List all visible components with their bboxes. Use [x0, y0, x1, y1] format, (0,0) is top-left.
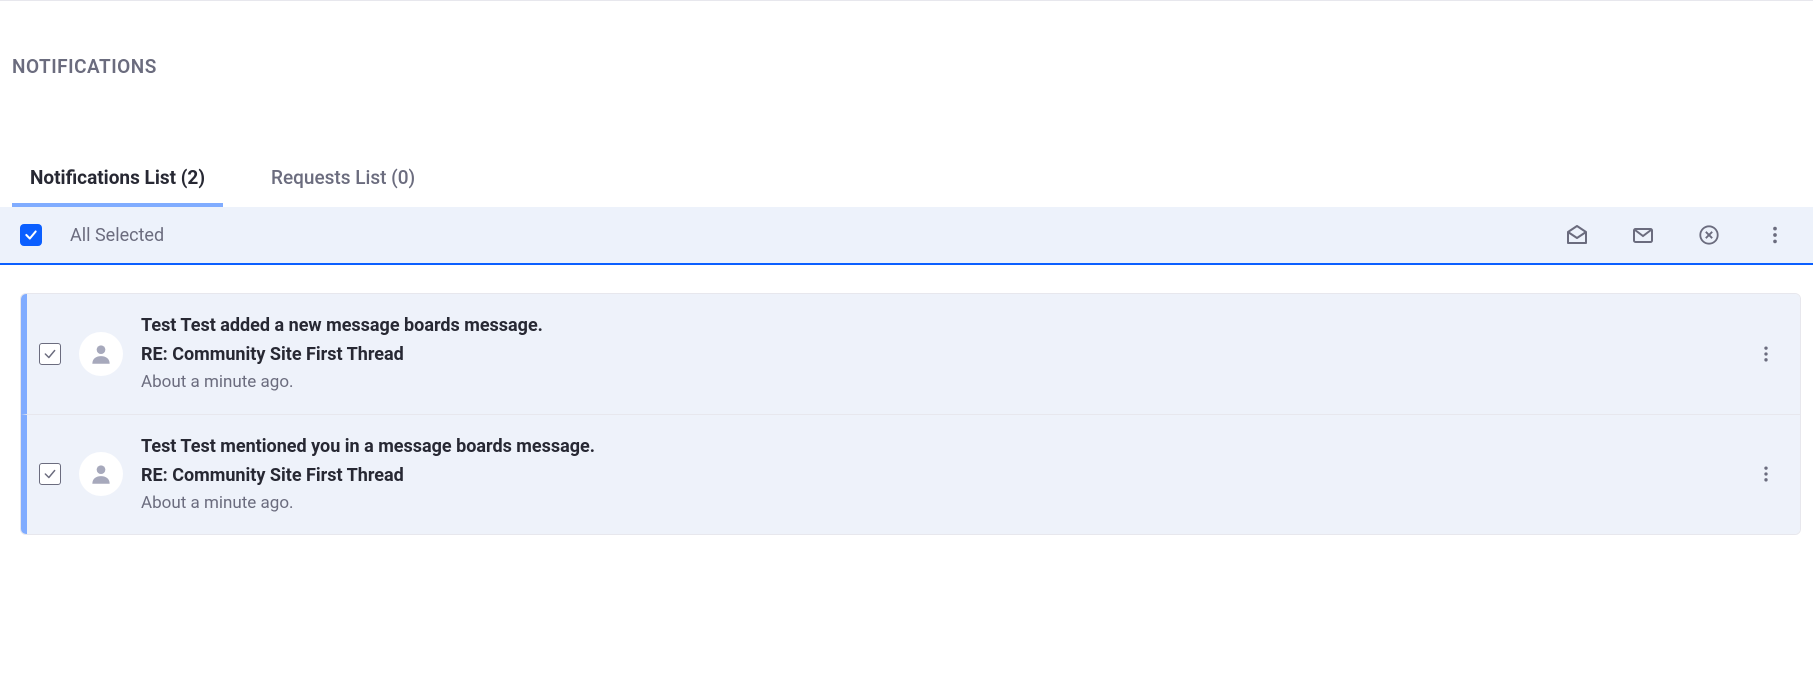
- tabs: Notifications List (2) Requests List (0): [0, 156, 1813, 207]
- avatar: [79, 452, 123, 496]
- tab-notifications-list[interactable]: Notifications List (2): [12, 156, 223, 207]
- notification-subject: RE: Community Site First Thread: [141, 462, 1734, 489]
- notification-content: Test Test mentioned you in a message boa…: [141, 433, 1734, 517]
- notification-title: Test Test added a new message boards mes…: [141, 312, 1734, 339]
- row-menu-button[interactable]: [1752, 460, 1780, 488]
- row-checkbox[interactable]: [39, 463, 61, 485]
- delete-button[interactable]: [1695, 221, 1723, 249]
- select-all-checkbox[interactable]: [20, 224, 42, 246]
- notification-row[interactable]: Test Test mentioned you in a message boa…: [21, 414, 1800, 535]
- notification-time: About a minute ago.: [141, 370, 1734, 396]
- notification-list: Test Test added a new message boards mes…: [0, 265, 1813, 535]
- notification-row[interactable]: Test Test added a new message boards mes…: [21, 294, 1800, 414]
- mark-as-read-button[interactable]: [1563, 221, 1591, 249]
- row-checkbox[interactable]: [39, 343, 61, 365]
- notification-subject: RE: Community Site First Thread: [141, 341, 1734, 368]
- tab-requests-list[interactable]: Requests List (0): [253, 156, 433, 207]
- notification-card-group: Test Test added a new message boards mes…: [20, 293, 1801, 535]
- notification-time: About a minute ago.: [141, 491, 1734, 517]
- more-actions-button[interactable]: [1761, 221, 1789, 249]
- notifications-page: NOTIFICATIONS Notifications List (2) Req…: [0, 0, 1813, 689]
- toolbar: All Selected: [0, 207, 1813, 265]
- toolbar-left: All Selected: [20, 224, 164, 246]
- select-all-label: All Selected: [70, 225, 164, 246]
- row-menu-button[interactable]: [1752, 340, 1780, 368]
- mark-as-unread-button[interactable]: [1629, 221, 1657, 249]
- page-title: NOTIFICATIONS: [0, 1, 1813, 78]
- toolbar-actions: [1563, 221, 1789, 249]
- notification-title: Test Test mentioned you in a message boa…: [141, 433, 1734, 460]
- avatar: [79, 332, 123, 376]
- notification-content: Test Test added a new message boards mes…: [141, 312, 1734, 396]
